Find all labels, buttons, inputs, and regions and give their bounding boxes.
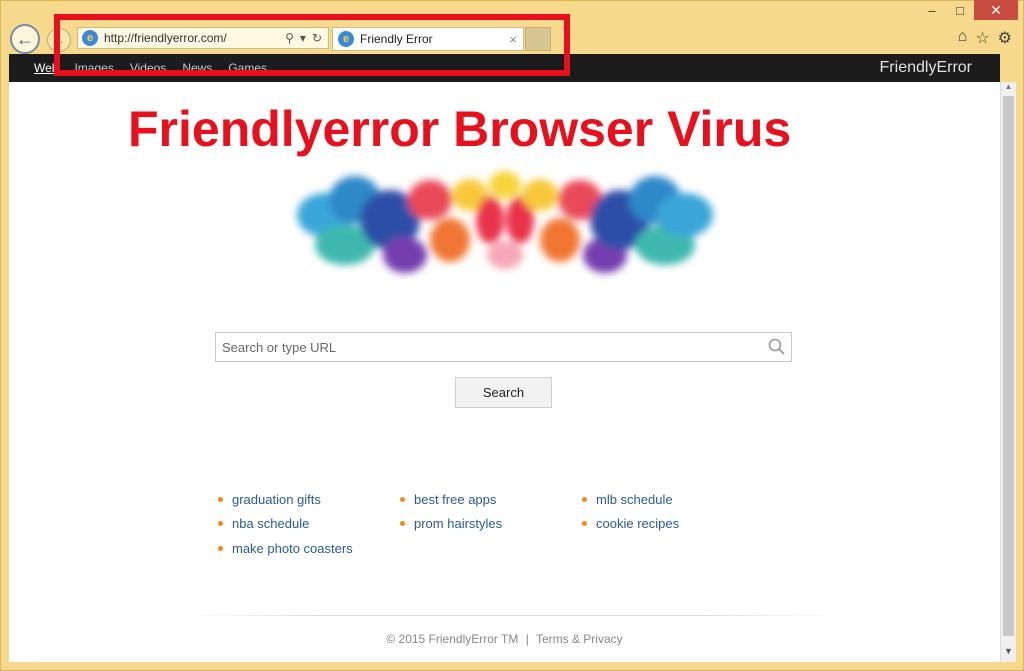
bullet-icon [218,545,223,551]
bullet-icon [218,496,223,502]
site-brand: FriendlyError [879,59,972,76]
maximize-button[interactable]: □ [946,0,974,20]
bullet-icon [218,521,223,527]
suggestion-link[interactable]: cookie recipes [579,512,761,537]
forward-button[interactable]: → [47,28,71,52]
back-arrow-icon: ← [16,28,34,49]
footer-separator: | [525,632,529,646]
bullet-icon [400,521,405,527]
bullet-icon [582,521,587,527]
suggestion-link[interactable]: graduation gifts [215,487,397,512]
nav-link-videos[interactable]: Videos [130,61,166,75]
nav-link-games[interactable]: Games [228,61,267,75]
tab-friendly-error[interactable]: e Friendly Error × [332,27,524,51]
bullet-icon [582,496,587,502]
ie-logo-icon: e [338,31,354,47]
watercolor-inkblot-logo [297,171,713,273]
category-links: Web Images Videos News Games [9,61,267,75]
suggestion-label[interactable]: mlb schedule [596,492,673,507]
scroll-up-icon[interactable]: ▲ [1001,82,1016,96]
suggestion-row: nba schedule prom hairstyles cookie reci… [215,512,775,537]
address-url[interactable]: http://friendlyerror.com/ [104,31,227,45]
copyright-text: © 2015 FriendlyError TM [386,632,519,646]
suggestion-label[interactable]: best free apps [414,492,496,507]
toolbar-icons: ⌂ ☆ ⚙ [958,28,1012,48]
close-window-button[interactable]: ✕ [974,0,1018,20]
back-button[interactable]: ← [10,24,40,54]
suggestion-link[interactable]: best free apps [397,487,579,512]
nav-link-images[interactable]: Images [74,61,113,75]
search-button[interactable]: Search [455,377,552,408]
ie-logo-icon: e [82,30,98,46]
scroll-down-icon[interactable]: ▼ [1001,646,1016,662]
suggestion-link[interactable]: nba schedule [215,512,397,537]
scrollbar-thumb[interactable] [1003,96,1014,636]
footer-divider [190,615,830,616]
address-tools: ⚲ ▾ ↻ [285,31,328,45]
window-controls: – □ ✕ [918,0,1018,20]
suggestion-row: graduation gifts best free apps mlb sche… [215,487,775,512]
suggestion-link[interactable]: mlb schedule [579,487,761,512]
favorites-star-icon[interactable]: ☆ [975,28,989,48]
search-input[interactable] [222,339,767,355]
magnifier-icon[interactable] [767,337,787,357]
search-icon[interactable]: ⚲ [285,31,294,45]
suggestion-row: make photo coasters [215,536,775,561]
suggestion-link[interactable]: make photo coasters [215,536,397,561]
terms-privacy-link[interactable]: Terms & Privacy [536,632,623,646]
home-icon[interactable]: ⌂ [958,28,968,48]
site-top-bar: Web Images Videos News Games FriendlyErr… [9,54,1000,82]
suggestion-link[interactable]: prom hairstyles [397,512,579,537]
settings-gear-icon[interactable]: ⚙ [998,28,1012,48]
suggestion-label[interactable]: cookie recipes [596,516,679,531]
dropdown-icon[interactable]: ▾ [300,31,306,45]
nav-link-web[interactable]: Web [34,61,58,75]
suggestion-label[interactable]: make photo coasters [232,541,353,556]
new-tab-button[interactable] [525,27,551,51]
page-footer: © 2015 FriendlyError TM | Terms & Privac… [9,632,1000,646]
suggested-searches: graduation gifts best free apps mlb sche… [215,487,775,561]
nav-link-news[interactable]: News [182,61,212,75]
suggestion-label[interactable]: graduation gifts [232,492,321,507]
tab-close-icon[interactable]: × [509,32,517,47]
address-bar[interactable]: e http://friendlyerror.com/ ⚲ ▾ ↻ [77,27,329,49]
page-headline: Friendlyerror Browser Virus [128,101,792,157]
refresh-icon[interactable]: ↻ [312,31,322,45]
minimize-button[interactable]: – [918,0,946,20]
vertical-scrollbar[interactable]: ▲ ▼ [1000,82,1016,662]
bullet-icon [400,496,405,502]
suggestion-label[interactable]: prom hairstyles [414,516,502,531]
tab-title: Friendly Error [360,32,433,46]
suggestion-label[interactable]: nba schedule [232,516,309,531]
forward-arrow-icon: → [53,33,65,47]
search-box [215,332,792,362]
